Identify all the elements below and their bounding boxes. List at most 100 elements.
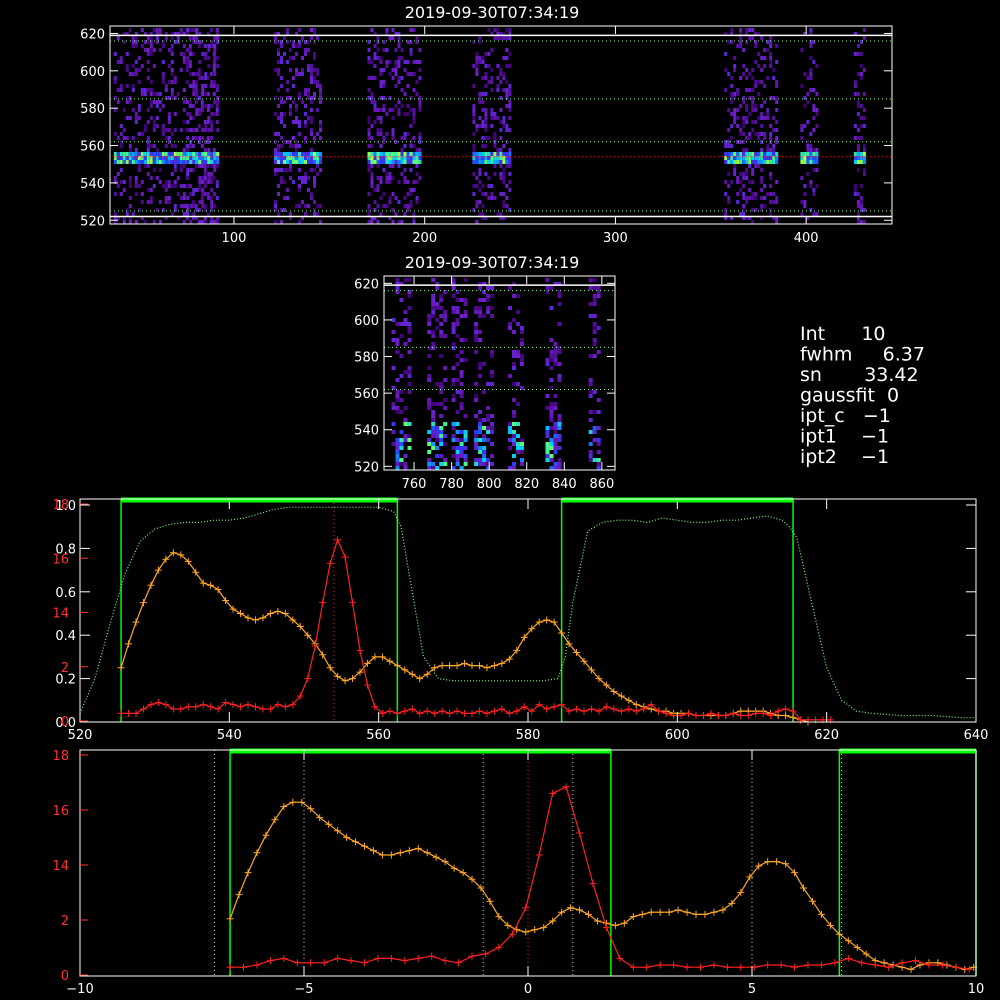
heatmap-cell xyxy=(496,84,500,88)
heatmap-cell xyxy=(152,48,156,52)
series-red-point xyxy=(423,707,431,715)
heatmap-cell xyxy=(397,152,401,156)
heatmap-cell xyxy=(745,152,749,156)
heatmap-cell xyxy=(733,120,737,124)
heatmap-cell xyxy=(439,294,444,298)
heatmap-cell xyxy=(800,124,804,128)
heatmap-cell xyxy=(379,180,383,184)
heatmap-cell xyxy=(143,128,147,132)
heatmap-cell xyxy=(289,176,292,180)
heatmap-cell xyxy=(395,462,400,466)
heatmap-cell xyxy=(367,120,371,124)
heatmap-cell xyxy=(478,60,482,64)
heatmap-cell xyxy=(757,152,761,156)
series-red-point xyxy=(710,961,718,969)
heatmap-cell xyxy=(760,80,764,84)
heatmap-cell xyxy=(815,168,819,172)
heatmap-cell xyxy=(186,160,190,164)
heatmap-cell xyxy=(195,160,199,164)
heatmap-cell xyxy=(478,212,482,216)
heatmap-cell xyxy=(195,156,199,160)
y-tick-label-red: 0 xyxy=(61,969,69,984)
heatmap-cell xyxy=(286,152,289,156)
heatmap-cell xyxy=(486,430,491,434)
heatmap-cell xyxy=(763,48,767,52)
series-red-point xyxy=(455,959,463,967)
heatmap-cell xyxy=(472,148,476,152)
heatmap-cell xyxy=(403,180,407,184)
heatmap-cell xyxy=(751,108,755,112)
heatmap-cell xyxy=(769,96,773,100)
heatmap-cell xyxy=(367,164,371,168)
heatmap-cell xyxy=(482,418,487,422)
heatmap-cell xyxy=(520,442,524,446)
heatmap-cell xyxy=(588,454,593,458)
heatmap-cell xyxy=(427,458,432,462)
heatmap-cell xyxy=(733,172,737,176)
series-red-point xyxy=(692,711,700,719)
heatmap-cell xyxy=(772,192,776,196)
heatmap-cell xyxy=(553,406,558,410)
heatmap-cell xyxy=(775,128,779,132)
heatmap-cell xyxy=(859,184,863,188)
heatmap-cell xyxy=(736,92,740,96)
heatmap-cell xyxy=(367,60,371,64)
heatmap-cell xyxy=(439,386,444,390)
heatmap-cell xyxy=(484,108,488,112)
heatmap-cell xyxy=(200,100,204,104)
heatmap-cell xyxy=(482,434,487,438)
heatmap-cell xyxy=(502,56,506,60)
heatmap-cell xyxy=(431,302,436,306)
heatmap-cell xyxy=(155,104,159,108)
heatmap-cell xyxy=(549,354,554,358)
heatmap-cell xyxy=(443,442,448,446)
heatmap-cell xyxy=(742,120,746,124)
heatmap-cell xyxy=(149,116,153,120)
heatmap-cell xyxy=(415,160,419,164)
heatmap-cell xyxy=(418,60,422,64)
heatmap-cell xyxy=(164,180,168,184)
heatmap-cell xyxy=(204,56,208,60)
series-orange-point xyxy=(461,659,469,667)
heatmap-cell xyxy=(280,120,283,124)
heatmap-cell xyxy=(516,322,520,326)
heatmap-cell xyxy=(742,176,746,180)
heatmap-cell xyxy=(277,104,280,108)
heatmap-cell xyxy=(213,72,217,76)
heatmap-cell xyxy=(754,152,758,156)
heatmap-cell xyxy=(742,196,746,200)
series-red-point xyxy=(685,709,693,717)
heatmap-cell xyxy=(435,426,440,430)
heatmap-cell xyxy=(727,196,731,200)
heatmap-cell xyxy=(435,454,440,458)
heatmap-cell xyxy=(455,334,460,338)
series-orange-point xyxy=(638,910,646,918)
heatmap-cell xyxy=(395,338,400,342)
heatmap-cell xyxy=(487,52,491,56)
heatmap-cell xyxy=(382,168,386,172)
heatmap-cell xyxy=(198,180,202,184)
heatmap-cell xyxy=(478,450,483,454)
heatmap-cell xyxy=(742,100,746,104)
heatmap-cell xyxy=(472,104,476,108)
heatmap-cell xyxy=(198,200,202,204)
heatmap-cell xyxy=(204,152,208,156)
heatmap-cell xyxy=(280,100,283,104)
heatmap-cell xyxy=(418,132,422,136)
heatmap-cell xyxy=(388,176,392,180)
heatmap-cell xyxy=(472,64,476,68)
heatmap-cell xyxy=(727,160,731,164)
heatmap-cell xyxy=(197,44,201,48)
heatmap-cell xyxy=(274,152,277,156)
heatmap-cell xyxy=(806,92,810,96)
heatmap-cell xyxy=(146,148,150,152)
heatmap-cell xyxy=(319,124,322,128)
heatmap-cell xyxy=(474,446,479,450)
heatmap-cell xyxy=(155,92,159,96)
series-red-point xyxy=(576,829,584,837)
heatmap-cell xyxy=(451,394,456,398)
heatmap-cell xyxy=(391,318,396,322)
heatmap-cell xyxy=(730,112,734,116)
heatmap-cell xyxy=(313,96,316,100)
heatmap-cell xyxy=(439,322,444,326)
